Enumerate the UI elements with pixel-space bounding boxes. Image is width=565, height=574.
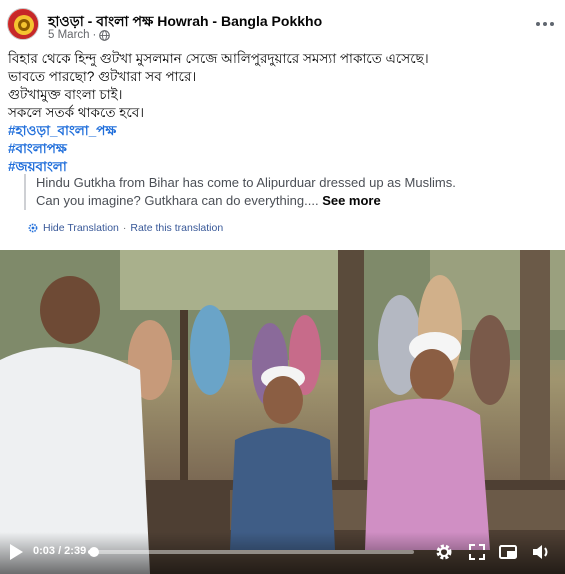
play-icon[interactable] xyxy=(8,543,24,561)
post-text: বিহার থেকে হিন্দু গুটখা মুসলমান সেজে আলি… xyxy=(8,50,553,176)
video-progress-knob[interactable] xyxy=(89,547,100,557)
post-meta: 5 March · xyxy=(48,29,111,41)
post-text-line: সকলে সতর্ক থাকতে হবে। xyxy=(8,105,145,120)
video-player[interactable]: 0:03 / 2:39 xyxy=(0,250,565,574)
hashtag-link[interactable]: #বাংলাপক্ষ xyxy=(8,140,553,158)
fullscreen-icon[interactable] xyxy=(466,541,488,563)
hashtag-link[interactable]: #হাওড়া_বাংলা_পক্ষ xyxy=(8,122,553,140)
see-more-link[interactable]: See more xyxy=(322,193,381,208)
link-separator: · xyxy=(122,222,127,234)
translation-line-2: Can you imagine? Gutkhara can do everyth… xyxy=(36,192,544,210)
post-text-line: বিহার থেকে হিন্দু গুটখা মুসলমান সেজে আলি… xyxy=(8,51,429,66)
settings-gear-icon[interactable] xyxy=(433,541,455,563)
picture-in-picture-icon[interactable] xyxy=(497,541,519,563)
post-header: হাওড়া - বাংলা পক্ষ Howrah - Bangla Pokk… xyxy=(0,0,565,44)
translation-block: Hindu Gutkha from Bihar has come to Alip… xyxy=(24,174,544,210)
post-text-line: গুটখামুক্ত বাংলা চাই। xyxy=(8,87,123,102)
page-avatar[interactable] xyxy=(7,8,39,40)
rate-translation-link[interactable]: Rate this translation xyxy=(130,222,223,234)
post-text-line: ভাবতে পারছো? গুটখারা সব পারে। xyxy=(8,69,197,84)
page-logo-icon xyxy=(9,10,38,39)
hide-translation-link[interactable]: Hide Translation xyxy=(43,222,119,234)
video-time: 0:03 / 2:39 xyxy=(33,545,87,557)
video-controls: 0:03 / 2:39 xyxy=(0,532,565,574)
post-date[interactable]: 5 March xyxy=(48,29,90,41)
translate-gear-icon xyxy=(28,223,38,233)
globe-icon xyxy=(99,29,111,41)
translation-text: Can you imagine? Gutkhara can do everyth… xyxy=(36,193,319,208)
volume-icon[interactable] xyxy=(530,541,552,563)
translation-controls: Hide Translation · Rate this translation xyxy=(27,222,223,234)
more-options-icon[interactable] xyxy=(533,12,557,36)
meta-separator: · xyxy=(92,29,97,41)
video-progress-bar[interactable] xyxy=(88,547,414,557)
video-frame xyxy=(0,250,565,574)
translation-line: Hindu Gutkha from Bihar has come to Alip… xyxy=(36,175,456,190)
